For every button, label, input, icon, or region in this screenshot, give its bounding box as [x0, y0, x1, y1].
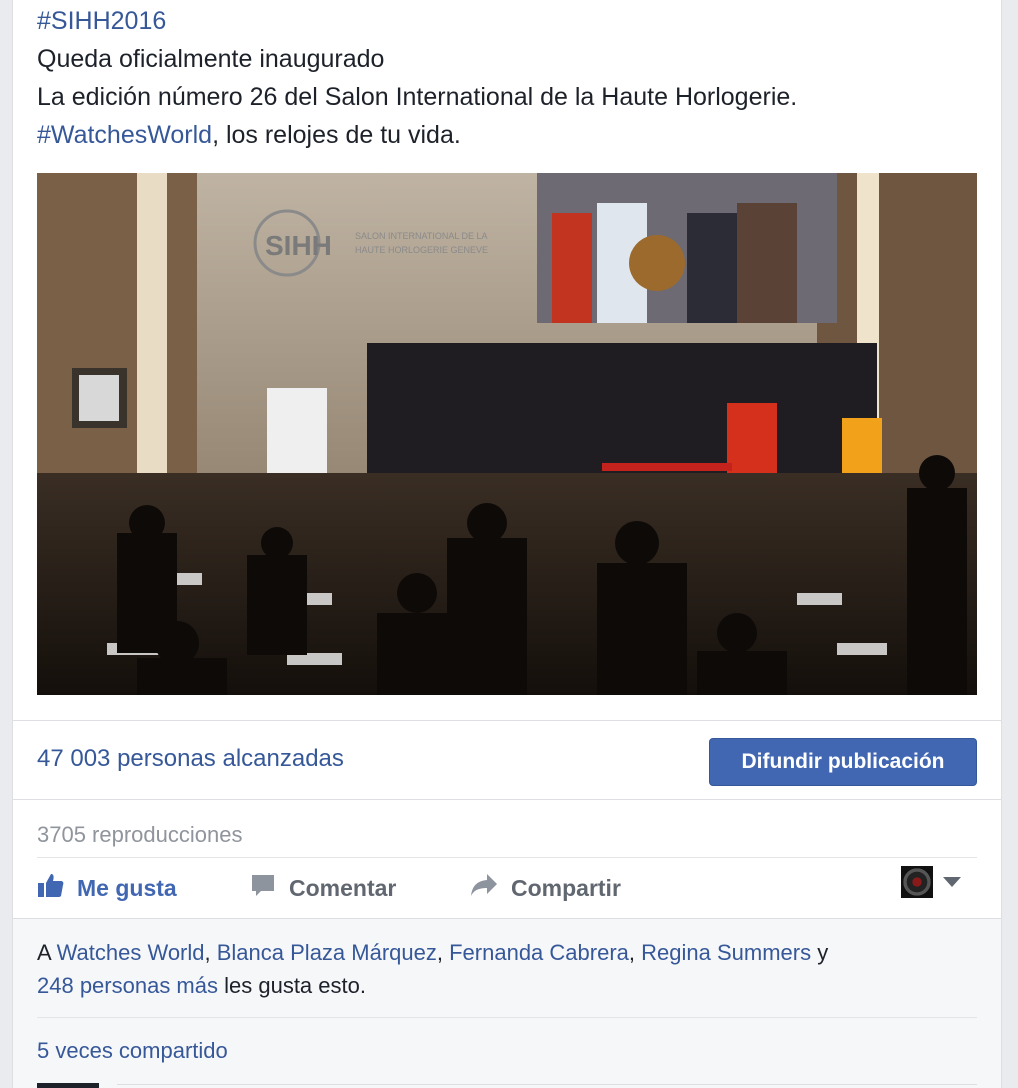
- comment-button[interactable]: Comentar: [249, 872, 396, 904]
- share-arrow-icon: [469, 871, 499, 905]
- svg-text:HAUTE HORLOGERIE GENEVE: HAUTE HORLOGERIE GENEVE: [355, 245, 488, 255]
- divider: [117, 1084, 977, 1085]
- share-button[interactable]: Compartir: [469, 872, 621, 904]
- post-line-3: #WatchesWorld, los relojes de tu vida.: [37, 121, 461, 149]
- boost-post-button[interactable]: Difundir publicación: [709, 738, 977, 786]
- likes-summary: A Watches World, Blanca Plaza Márquez, F…: [37, 940, 829, 998]
- divider: [37, 1017, 977, 1018]
- svg-text:SALON INTERNATIONAL DE LA: SALON INTERNATIONAL DE LA: [355, 231, 488, 241]
- share-label: Compartir: [511, 874, 621, 901]
- post-as-selector[interactable]: [901, 866, 961, 898]
- divider: [13, 720, 1001, 721]
- post-line-1: Queda oficialmente inaugurado: [37, 45, 385, 73]
- like-button[interactable]: Me gusta: [37, 872, 177, 904]
- liker-link[interactable]: Fernanda Cabrera: [449, 940, 629, 965]
- post-line-2: La edición número 26 del Salon Internati…: [37, 83, 798, 111]
- more-likers-link[interactable]: 248 personas más: [37, 973, 218, 998]
- video-frame: SIHH SALON INTERNATIONAL DE LA HAUTE HOR…: [37, 173, 977, 695]
- chevron-down-icon: [943, 877, 961, 887]
- hashtag-sihh2016[interactable]: #SIHH2016: [37, 7, 166, 35]
- video-player[interactable]: SIHH SALON INTERNATIONAL DE LA HAUTE HOR…: [37, 173, 977, 695]
- divider: [13, 799, 1001, 800]
- hashtag-watchesworld[interactable]: #WatchesWorld: [37, 121, 212, 149]
- divider: [37, 857, 977, 858]
- comment-avatar-fragment: [37, 1083, 99, 1088]
- liker-link[interactable]: Regina Summers: [641, 940, 811, 965]
- post-card: #SIHH2016 Queda oficialmente inaugurado …: [12, 0, 1002, 1088]
- liker-link[interactable]: Watches World: [57, 940, 205, 965]
- view-count: 3705 reproducciones: [37, 822, 243, 847]
- page-avatar: [901, 866, 933, 898]
- reach-link[interactable]: 47 003 personas alcanzadas: [37, 745, 344, 773]
- comment-icon: [249, 871, 277, 905]
- thumbs-up-icon: [37, 871, 65, 905]
- svg-text:SIHH: SIHH: [265, 230, 332, 261]
- share-count-link[interactable]: 5 veces compartido: [37, 1038, 228, 1064]
- comment-label: Comentar: [289, 874, 397, 901]
- liker-link[interactable]: Blanca Plaza Márquez: [217, 940, 437, 965]
- like-label: Me gusta: [77, 874, 177, 901]
- post-text: #SIHH2016 Queda oficialmente inaugurado …: [37, 2, 797, 154]
